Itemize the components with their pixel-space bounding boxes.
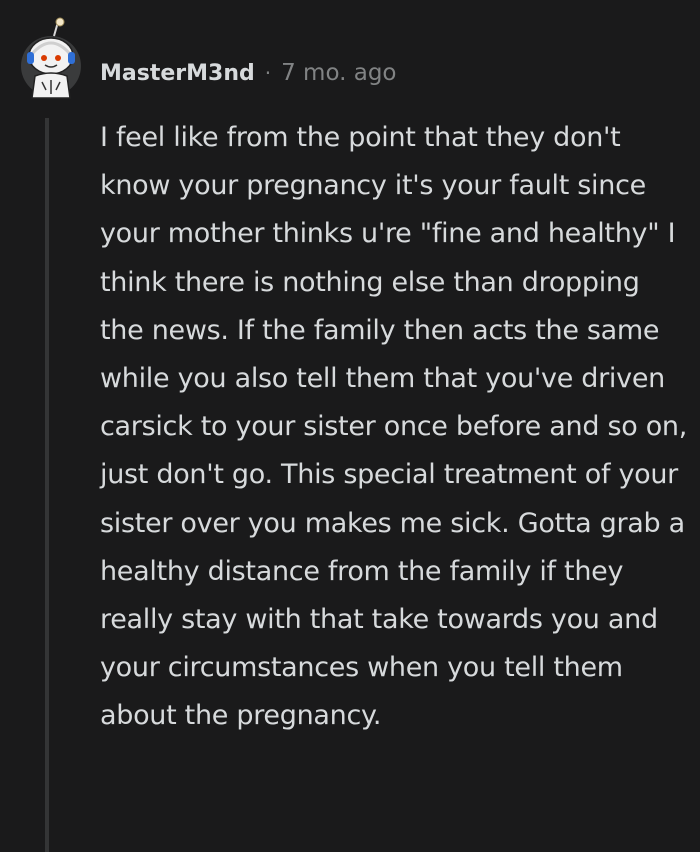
user-avatar[interactable]: [18, 14, 84, 100]
snoo-avatar-icon: [21, 17, 81, 99]
thread-collapse-line[interactable]: [45, 118, 49, 852]
comment-timestamp[interactable]: 7 mo. ago: [281, 60, 396, 86]
meta-separator: ·: [264, 61, 272, 85]
comment: MasterM3nd · 7 mo. ago I feel like from …: [0, 0, 700, 852]
username-link[interactable]: MasterM3nd: [100, 61, 255, 86]
comment-header: MasterM3nd · 7 mo. ago: [100, 56, 397, 90]
comment-body: I feel like from the point that they don…: [100, 122, 688, 732]
